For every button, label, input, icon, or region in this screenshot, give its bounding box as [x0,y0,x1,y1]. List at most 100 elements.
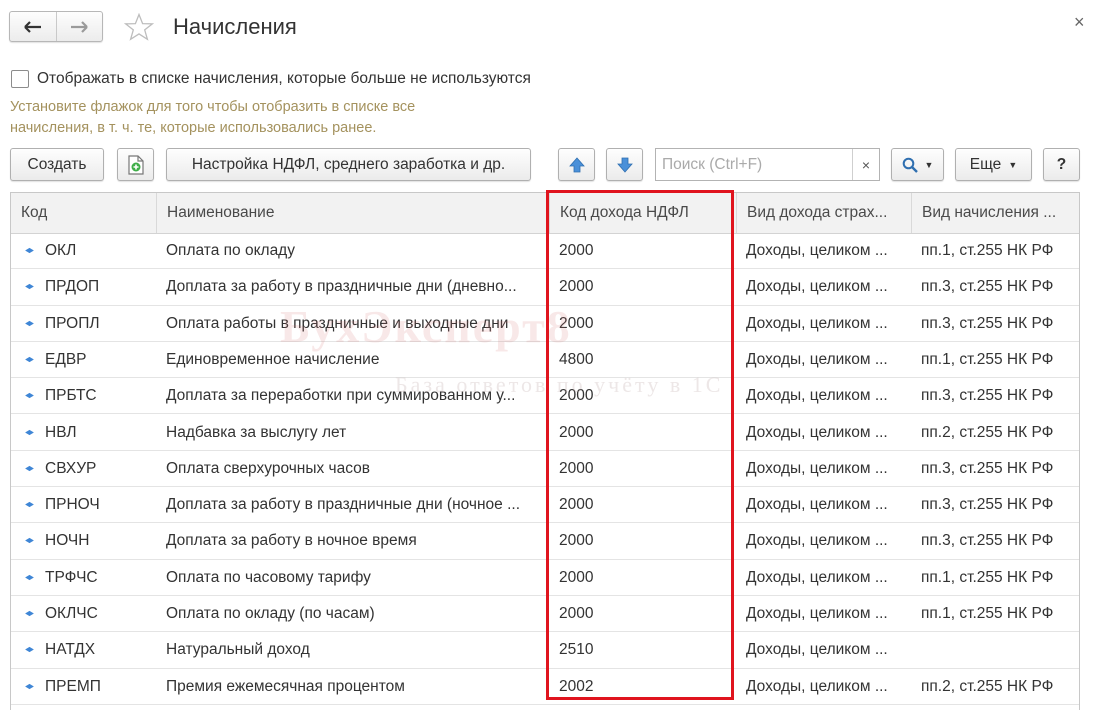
table-row[interactable]: НОЧН Доплата за работу в ночное время 2000… [11,523,1079,560]
cell-name: Доплата за работу в ночное время [166,532,417,550]
cell-accrual-type: пп.1, ст.255 НК РФ [921,605,1054,622]
cell-ndfl-code: 4800 [559,350,594,368]
cell-name: Доплата за работу в праздничные дни (ноч… [166,496,521,514]
cell-accrual-type: пп.2, ст.255 НК РФ [921,423,1054,441]
table-row[interactable]: ПРОПЛ Оплата работы в праздничные и выход… [11,306,1079,342]
copy-document-icon [127,154,144,175]
help-button[interactable]: ? [1043,148,1080,181]
cell-ndfl-code: 2000 [559,387,594,405]
cell-accrual-type: пп.3, ст.255 НК РФ [921,496,1054,514]
cell-code: ОКЛ [45,242,77,259]
cell-insurance-income-type: Доходы, целиком ... [746,532,888,550]
cell-accrual-type: пп.1, ст.255 НК РФ [921,350,1054,368]
table-row[interactable]: ОКЛЧС Оплата по окладу (по часам) 2000 Дохо… [11,596,1079,633]
cell-accrual-type: пп.3, ст.255 НК РФ [921,459,1054,477]
cell-name: Доплата за работу в праздничные дни (дне… [166,278,517,296]
cell-ndfl-code: 2000 [559,459,594,477]
table-row[interactable]: НВЛ Надбавка за выслугу лет 2000 Доходы, це… [11,415,1079,451]
table-row[interactable]: ПРБТС Доплата за переработки при суммиров… [11,378,1079,415]
table-header: Код Наименование Код дохода НДФЛ Вид дох… [11,193,1079,234]
table-row[interactable]: СВХУР Оплата сверхурочных часов 2000 Доходы… [11,451,1079,488]
cell-insurance-income-type: Доходы, целиком ... [746,350,888,368]
cell-insurance-income-type: Доходы, целиком ... [746,568,888,586]
diamond-icon [25,683,34,689]
copy-button[interactable] [117,148,154,181]
cell-ndfl-code: 2000 [559,568,594,586]
cell-insurance-income-type: Доходы, целиком ... [746,278,888,296]
cell-code: ЕДВР [45,350,87,368]
table-row[interactable]: ОКЛ Оплата по окладу 2000 Доходы, целиком .… [11,233,1079,270]
navigation-buttons [9,11,103,42]
cell-accrual-type: пп.3, ст.255 НК РФ [921,387,1054,405]
show-unused-label[interactable]: Отображать в списке начисления, которые … [37,70,531,88]
cell-name: Оплата работы в праздничные и выходные д… [166,314,509,332]
cell-code: ПРНОЧ [45,496,100,514]
cell-code: ПРДОП [45,278,100,296]
cell-ndfl-code: 2000 [559,278,594,296]
cell-name: Оплата по окладу (по часам) [166,605,375,622]
column-header-code[interactable]: Код [11,193,156,233]
filter-hint: Установите флажок для того чтобы отобраз… [10,99,416,136]
show-unused-checkbox[interactable] [11,70,29,88]
cell-insurance-income-type: Доходы, целиком ... [746,641,888,659]
table-row[interactable]: ТРФЧС Оплата по часовому тарифу 2000 Доходы… [11,560,1079,596]
search-icon [902,157,918,173]
diamond-icon [25,247,34,254]
diamond-icon [25,538,34,544]
cell-code: НВЛ [45,423,77,441]
cell-insurance-income-type: Доходы, целиком ... [746,496,888,514]
forward-button[interactable] [55,12,103,41]
cell-accrual-type: пп.1, ст.255 НК РФ [921,242,1054,259]
cell-ndfl-code: 2000 [559,496,594,514]
accruals-table: Код Наименование Код дохода НДФЛ Вид дох… [10,192,1080,710]
arrow-right-icon [71,20,89,33]
table-row[interactable]: ЕДВР Единовременное начисление 4800 Доходы,… [11,342,1079,379]
column-header-insurance-income-type[interactable]: Вид дохода страх... [736,193,911,233]
column-header-ndfl-code[interactable]: Код дохода НДФЛ [549,193,736,233]
cell-insurance-income-type: Доходы, целиком ... [746,242,888,259]
diamond-icon [25,501,34,508]
page-title: Начисления [173,14,297,39]
more-button[interactable]: Еще ▼ [955,148,1032,181]
move-down-button[interactable] [606,148,643,181]
cell-accrual-type: пп.3, ст.255 НК РФ [921,532,1054,550]
more-label: Еще [969,155,1002,173]
cell-accrual-type: пп.3, ст.255 НК РФ [921,278,1054,296]
search-clear-button[interactable]: × [852,149,879,180]
diamond-icon [25,647,34,653]
search-input[interactable] [656,149,858,180]
move-up-button[interactable] [558,148,595,181]
cell-accrual-type [911,632,1079,668]
create-button[interactable]: Создать [10,148,104,181]
column-header-name[interactable]: Наименование [156,193,549,233]
diamond-icon [25,429,34,435]
star-icon[interactable] [124,13,154,41]
cell-ndfl-code: 2000 [559,242,594,259]
table-row[interactable]: ПРНОЧ Доплата за работу в праздничные дни… [11,487,1079,524]
diamond-icon [25,284,34,290]
table-row[interactable]: НАТДХ Натуральный доход 2510 Доходы, целико… [11,632,1079,669]
cell-name: Доплата за переработки при суммированном… [166,387,516,405]
cell-code: СВХУР [45,459,97,477]
cell-ndfl-code: 2000 [559,314,594,332]
arrow-left-icon [23,20,41,33]
cell-code: ТРФЧС [45,568,98,586]
table-row[interactable]: ПРЕМП Премия ежемесячная процентом 2002 Дох… [11,669,1079,705]
table-row[interactable]: ПРДОП Доплата за работу в праздничные дни… [11,269,1079,306]
close-icon[interactable]: × [1074,12,1085,33]
cell-name: Натуральный доход [166,641,310,659]
cell-code: ОКЛЧС [45,605,98,622]
ndfl-settings-button[interactable]: Настройка НДФЛ, среднего заработка и др. [166,148,531,181]
cell-name: Оплата по часовому тарифу [166,568,371,586]
diamond-icon [25,610,34,617]
diamond-icon [25,393,34,399]
diamond-icon [25,356,34,363]
cell-accrual-type: пп.3, ст.255 НК РФ [921,314,1054,332]
cell-name: Оплата по окладу [166,242,295,259]
column-header-accrual-type[interactable]: Вид начисления ... [911,193,1079,233]
search-options-button[interactable]: ▼ [891,148,944,181]
back-button[interactable] [10,12,56,41]
arrow-down-icon [616,157,633,173]
chevron-down-icon: ▼ [1008,159,1018,170]
cell-name: Премия ежемесячная процентом [166,677,405,695]
